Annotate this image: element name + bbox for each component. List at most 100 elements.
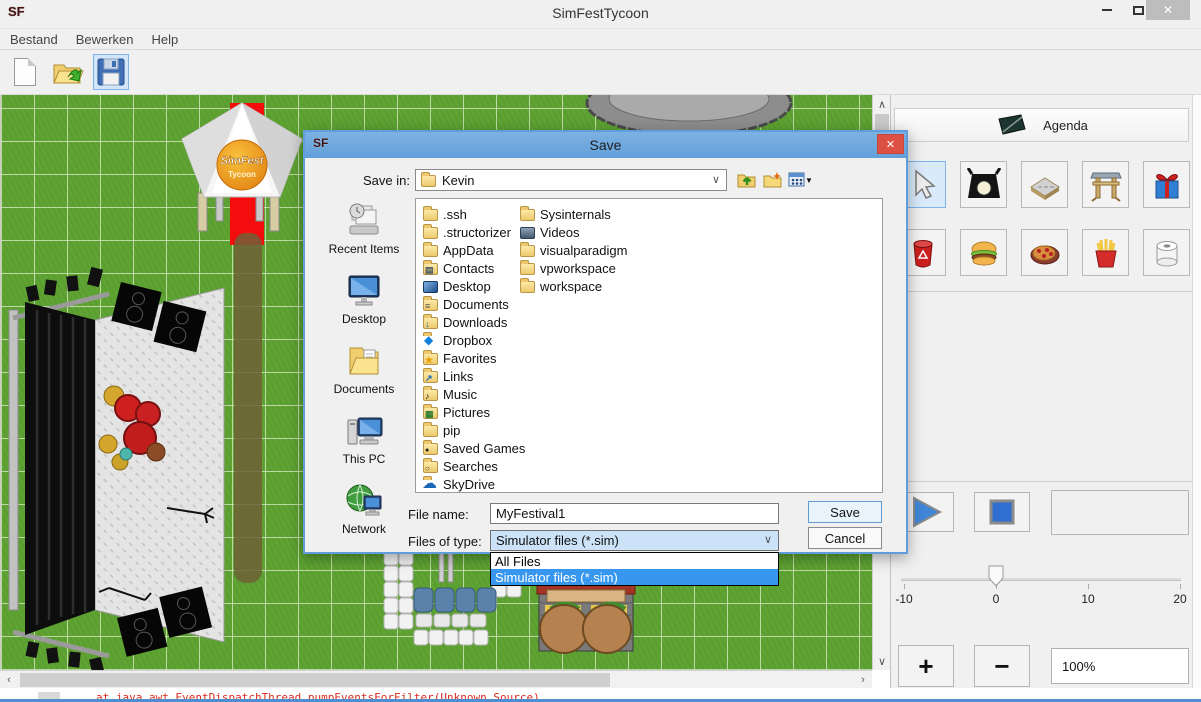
zoom-in-button[interactable]: + <box>898 645 954 687</box>
folder-icon <box>423 425 438 437</box>
file-item[interactable]: Links <box>423 367 473 385</box>
file-item[interactable]: Searches <box>423 457 498 475</box>
file-name: Sysinternals <box>540 207 611 222</box>
menu-bewerken[interactable]: Bewerken <box>76 32 134 47</box>
save-in-combobox[interactable]: Kevin ∨ <box>415 169 727 191</box>
dropdown-option-simulator-files[interactable]: Simulator files (*.sim) <box>491 569 778 585</box>
main-toolbar <box>0 50 1201 95</box>
scroll-right-icon[interactable]: › <box>854 671 872 689</box>
file-name: visualparadigm <box>540 243 627 258</box>
dirt-path <box>234 233 262 583</box>
file-name: Searches <box>443 459 498 474</box>
file-item[interactable]: vpworkspace <box>520 259 616 277</box>
file-item[interactable]: Contacts <box>423 259 494 277</box>
up-one-level-button[interactable] <box>735 168 759 192</box>
horizontal-scroll-thumb[interactable] <box>20 673 610 687</box>
dialog-title: Save <box>305 137 906 153</box>
place-label: Network <box>342 522 386 536</box>
wooden-gate-icon <box>1089 168 1123 202</box>
minimize-icon <box>1102 9 1112 11</box>
speed-slider-track[interactable] <box>901 578 1181 581</box>
place-desktop[interactable]: Desktop <box>320 272 408 336</box>
scroll-up-icon[interactable]: ∧ <box>873 95 891 113</box>
new-folder-button[interactable] <box>761 168 785 192</box>
dialog-save-button[interactable]: Save <box>808 501 882 523</box>
menu-help[interactable]: Help <box>152 32 179 47</box>
file-item[interactable]: .ssh <box>423 205 467 223</box>
zoom-out-button[interactable]: − <box>974 645 1030 687</box>
tool-pizza[interactable] <box>1021 229 1068 276</box>
dialog-close-button[interactable]: ✕ <box>877 134 904 154</box>
new-file-button[interactable] <box>7 54 43 90</box>
tool-burger[interactable] <box>960 229 1007 276</box>
panel-scroll-strip[interactable] <box>1192 95 1201 688</box>
file-name: Pictures <box>443 405 490 420</box>
save-floppy-icon <box>96 57 126 87</box>
file-item[interactable]: pip <box>423 421 460 439</box>
agenda-label: Agenda <box>1043 118 1088 133</box>
dialog-cancel-button[interactable]: Cancel <box>808 527 882 549</box>
tool-gift[interactable] <box>1143 161 1190 208</box>
tool-panel: Agenda <box>890 95 1201 688</box>
close-button[interactable]: ✕ <box>1146 0 1190 20</box>
tool-road-tile[interactable] <box>1021 161 1068 208</box>
minimize-button[interactable] <box>1093 0 1121 20</box>
agenda-button[interactable]: Agenda <box>894 108 1189 142</box>
file-item[interactable]: SkyDrive <box>423 475 495 493</box>
place-label: Recent Items <box>329 242 400 256</box>
dialog-title-bar[interactable]: SF Save ✕ <box>305 132 906 158</box>
save-button[interactable] <box>93 54 129 90</box>
open-file-button[interactable] <box>50 54 86 90</box>
place-documents[interactable]: Documents <box>320 342 408 406</box>
svg-text:Tycoon: Tycoon <box>228 170 256 179</box>
pizza-icon <box>1028 236 1062 270</box>
file-item[interactable]: visualparadigm <box>520 241 627 259</box>
file-name: Favorites <box>443 351 496 366</box>
place-recent-items[interactable]: Recent Items <box>320 202 408 266</box>
file-item[interactable]: Music <box>423 385 477 403</box>
file-name: Music <box>443 387 477 402</box>
file-item[interactable]: Downloads <box>423 313 507 331</box>
tool-fries[interactable] <box>1082 229 1129 276</box>
burger-icon <box>967 236 1001 270</box>
tool-spotlight[interactable] <box>960 161 1007 208</box>
place-this-pc[interactable]: This PC <box>320 412 408 476</box>
game-horizontal-scrollbar[interactable]: ‹ › <box>0 670 872 688</box>
folder-icon <box>520 281 535 293</box>
file-name: Saved Games <box>443 441 525 456</box>
tool-wooden-gate[interactable] <box>1082 161 1129 208</box>
menu-bar: Bestand Bewerken Help <box>0 28 1201 50</box>
file-item[interactable]: Desktop <box>423 277 491 295</box>
file-item[interactable]: Videos <box>520 223 580 241</box>
searches-icon <box>423 461 438 473</box>
scroll-left-icon[interactable]: ‹ <box>0 671 18 689</box>
file-item[interactable]: workspace <box>520 277 602 295</box>
file-name-input[interactable] <box>490 503 779 524</box>
file-name: AppData <box>443 243 494 258</box>
menu-bestand[interactable]: Bestand <box>10 32 58 47</box>
zoom-level-field[interactable]: 100% <box>1051 648 1189 684</box>
title-bar: SF SimFestTycoon ✕ <box>0 0 1201 28</box>
place-label: Documents <box>334 382 395 396</box>
tick <box>996 584 997 589</box>
file-item[interactable]: .structorizer <box>423 223 511 241</box>
folder-icon <box>423 227 438 239</box>
place-network[interactable]: Network <box>320 482 408 546</box>
file-item[interactable]: AppData <box>423 241 494 259</box>
tool-toilet-paper[interactable] <box>1143 229 1190 276</box>
dropdown-option-all-files[interactable]: All Files <box>491 553 778 569</box>
files-of-type-dropdown: All Files Simulator files (*.sim) <box>490 552 779 586</box>
stop-button[interactable] <box>974 492 1030 532</box>
file-item[interactable]: Favorites <box>423 349 496 367</box>
file-item[interactable]: Sysinternals <box>520 205 611 223</box>
files-of-type-combobox[interactable]: Simulator files (*.sim) ∨ <box>490 530 779 551</box>
scroll-down-icon[interactable]: ∨ <box>873 652 891 670</box>
file-item[interactable]: Pictures <box>423 403 490 421</box>
new-file-icon <box>14 58 36 86</box>
road-tile-icon <box>1028 168 1062 202</box>
file-item[interactable]: Documents <box>423 295 509 313</box>
tick <box>1180 584 1181 589</box>
file-item[interactable]: Dropbox <box>423 331 492 349</box>
file-item[interactable]: Saved Games <box>423 439 525 457</box>
file-list[interactable]: .ssh .structorizer AppData Contacts Desk… <box>415 198 883 493</box>
